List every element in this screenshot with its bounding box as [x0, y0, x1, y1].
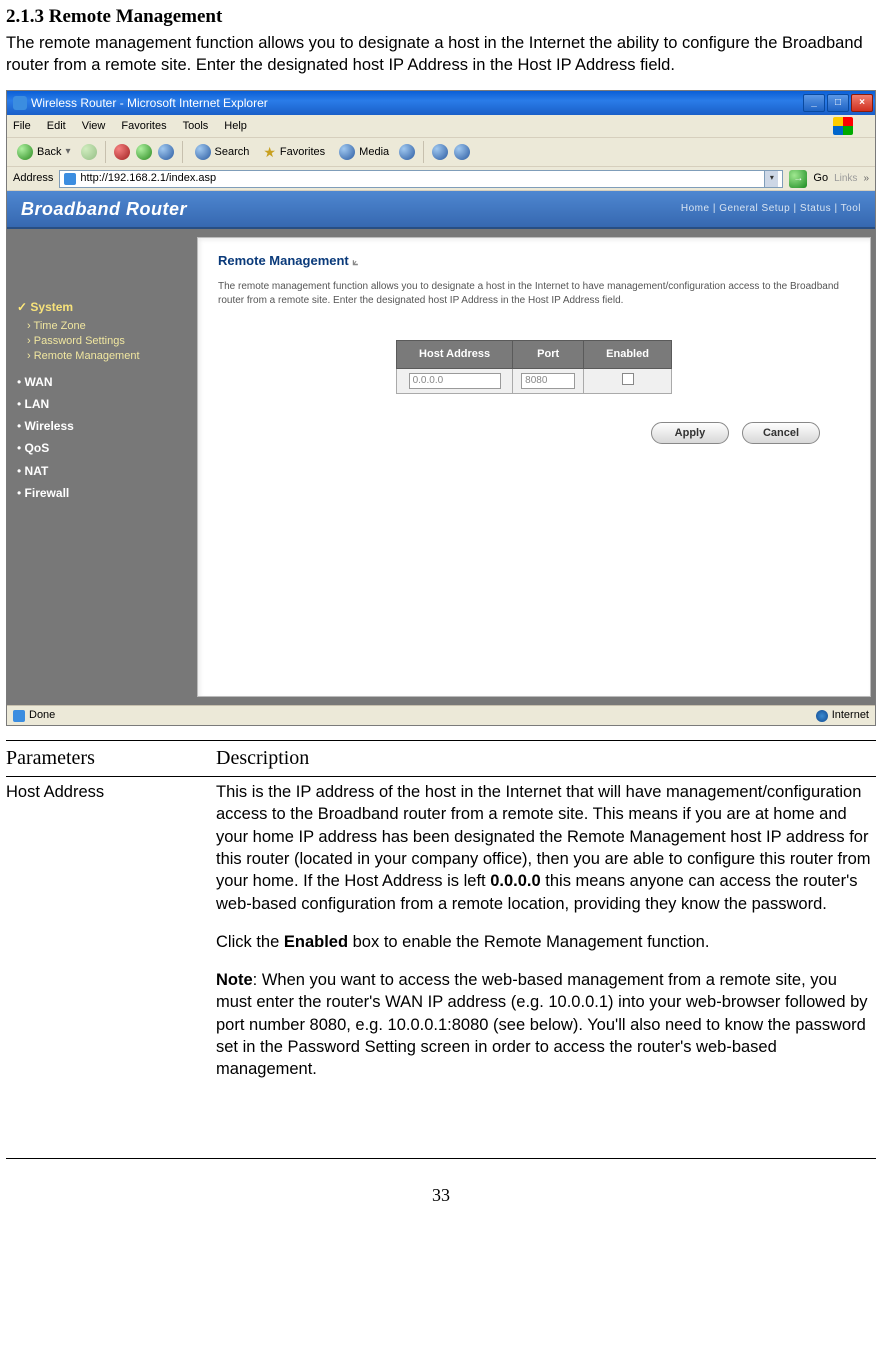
window-title: Wireless Router - Microsoft Internet Exp… [31, 95, 268, 111]
router-content: Remote Management ⟀ The remote managemen… [197, 237, 871, 697]
sidebar-item-firewall[interactable]: Firewall [17, 485, 187, 501]
page-number: 33 [6, 1183, 876, 1207]
favorites-button[interactable]: ★ Favorites [259, 141, 329, 164]
intro-paragraph: The remote management function allows yo… [6, 32, 876, 77]
router-page: Broadband Router Home | General Setup | … [7, 191, 875, 705]
status-bar: Done Internet [7, 705, 875, 725]
go-button[interactable]: → [789, 170, 807, 188]
sidebar-item-password[interactable]: Password Settings [27, 334, 187, 349]
menu-tools[interactable]: Tools [183, 119, 209, 134]
menu-help[interactable]: Help [224, 119, 247, 134]
menu-edit[interactable]: Edit [47, 119, 66, 134]
content-title: Remote Management ⟀ [218, 252, 850, 270]
go-label: Go [813, 171, 828, 186]
th-parameters: Parameters [6, 741, 216, 777]
minimize-button[interactable]: _ [803, 94, 825, 112]
sidebar-item-wan[interactable]: WAN [17, 374, 187, 390]
zone-text: Internet [832, 708, 869, 723]
refresh-icon[interactable] [136, 144, 152, 160]
menu-file[interactable]: File [13, 119, 31, 134]
chevron-icon: ⟀ [352, 257, 358, 268]
browser-toolbar: Back ▾ Search ★ Favorites Media [7, 137, 875, 167]
window-titlebar: Wireless Router - Microsoft Internet Exp… [7, 91, 875, 115]
th-description: Description [216, 741, 876, 777]
host-address-input[interactable] [409, 373, 501, 389]
param-host-address: Host Address [6, 777, 216, 1089]
address-bar: Address http://192.168.2.1/index.asp ▾ →… [7, 167, 875, 191]
apply-button[interactable]: Apply [651, 422, 729, 444]
favorites-label: Favorites [280, 145, 325, 160]
back-button[interactable]: Back ▾ [13, 142, 75, 162]
search-label: Search [215, 145, 250, 160]
sidebar-item-wireless[interactable]: Wireless [17, 418, 187, 434]
router-brand: Broadband Router [21, 197, 187, 221]
back-label: Back [37, 145, 61, 160]
sidebar-item-qos[interactable]: QoS [17, 440, 187, 456]
menu-view[interactable]: View [82, 119, 106, 134]
maximize-button[interactable]: □ [827, 94, 849, 112]
address-label: Address [13, 171, 53, 186]
page-icon [64, 173, 76, 185]
cancel-button[interactable]: Cancel [742, 422, 820, 444]
menu-favorites[interactable]: Favorites [121, 119, 166, 134]
sidebar-item-timezone[interactable]: Time Zone [27, 319, 187, 334]
sidebar-item-nat[interactable]: NAT [17, 463, 187, 479]
browser-screenshot: Wireless Router - Microsoft Internet Exp… [6, 90, 876, 726]
remote-mgmt-table: Host Address Port Enabled [396, 340, 672, 395]
windows-logo-icon [833, 117, 853, 135]
router-header: Broadband Router Home | General Setup | … [7, 191, 875, 229]
stop-icon[interactable] [114, 144, 130, 160]
chevron-down-icon[interactable]: ▾ [764, 171, 778, 187]
footer-rule [6, 1158, 876, 1159]
chevron-down-icon: ▾ [65, 145, 70, 159]
mail-icon[interactable] [432, 144, 448, 160]
sidebar-item-system[interactable]: System [17, 299, 187, 315]
media-icon [339, 144, 355, 160]
th-host: Host Address [397, 340, 513, 368]
sidebar-item-remote[interactable]: Remote Management [27, 349, 187, 364]
address-input[interactable]: http://192.168.2.1/index.asp ▾ [59, 170, 783, 188]
status-text: Done [29, 708, 55, 723]
print-icon[interactable] [454, 144, 470, 160]
sidebar-item-lan[interactable]: LAN [17, 396, 187, 412]
ie-icon [13, 96, 27, 110]
internet-zone-icon [816, 710, 828, 722]
enabled-checkbox[interactable] [622, 373, 634, 385]
router-sidebar: System Time Zone Password Settings Remot… [7, 229, 197, 705]
content-description: The remote management function allows yo… [218, 280, 850, 308]
port-input[interactable] [521, 373, 575, 389]
search-button[interactable]: Search [191, 142, 254, 162]
links-label[interactable]: Links [834, 172, 857, 186]
media-label: Media [359, 145, 389, 160]
router-top-links[interactable]: Home | General Setup | Status | Tool [681, 202, 861, 216]
chevron-right-icon: » [863, 172, 869, 186]
parameters-table: Parameters Description Host Address This… [6, 740, 876, 1088]
home-icon[interactable] [158, 144, 174, 160]
forward-icon[interactable] [81, 144, 97, 160]
address-url: http://192.168.2.1/index.asp [80, 171, 760, 186]
search-icon [195, 144, 211, 160]
back-icon [17, 144, 33, 160]
close-button[interactable]: × [851, 94, 873, 112]
th-port: Port [513, 340, 584, 368]
page-icon [13, 710, 25, 722]
menu-bar: File Edit View Favorites Tools Help [7, 115, 875, 137]
star-icon: ★ [263, 143, 276, 162]
history-icon[interactable] [399, 144, 415, 160]
media-button[interactable]: Media [335, 142, 393, 162]
desc-host-address: This is the IP address of the host in th… [216, 777, 876, 1089]
section-heading: 2.1.3 Remote Management [6, 0, 876, 30]
th-enabled: Enabled [584, 340, 672, 368]
